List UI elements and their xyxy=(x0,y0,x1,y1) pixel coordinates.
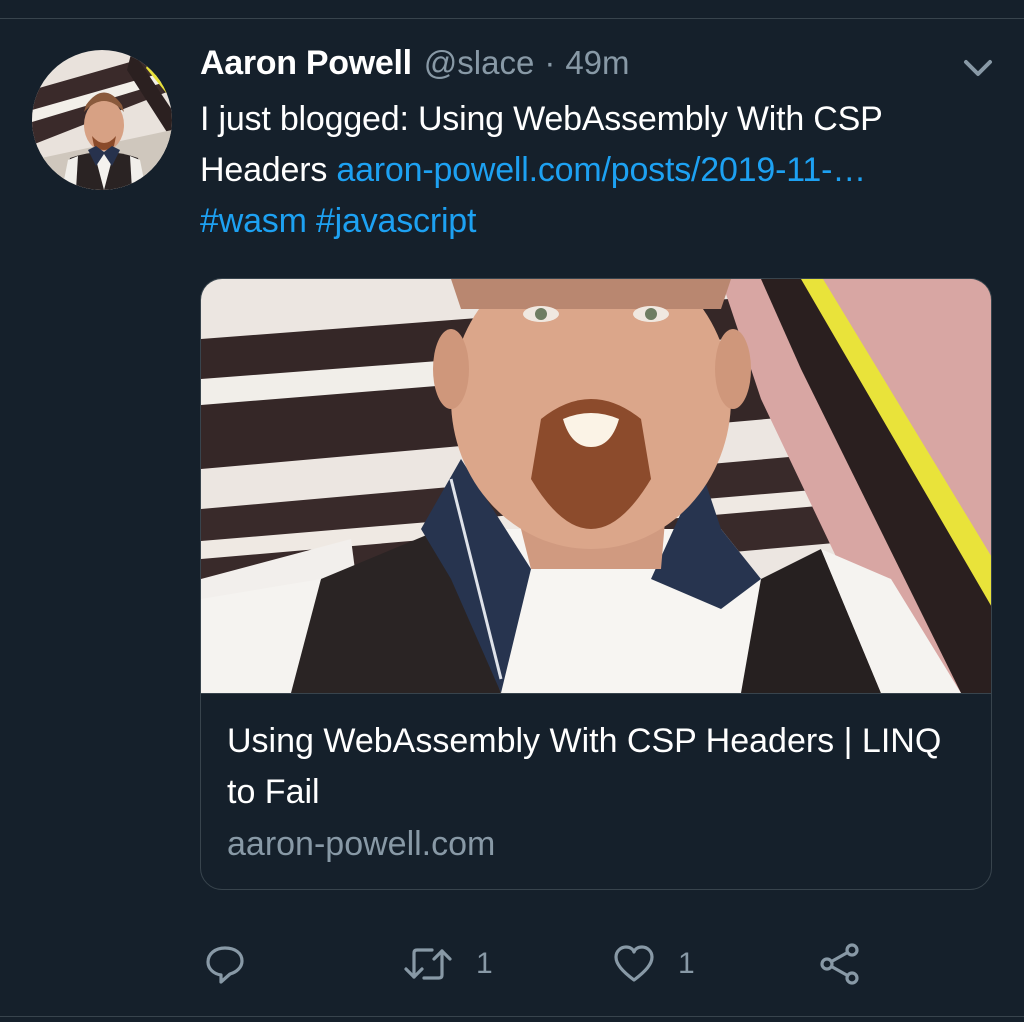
hashtag-javascript[interactable]: #javascript xyxy=(316,202,477,240)
retweet-button[interactable]: 1 xyxy=(402,940,493,988)
tweet-text: I just blogged: Using WebAssembly With C… xyxy=(200,94,1000,247)
like-count: 1 xyxy=(678,947,695,980)
retweet-icon xyxy=(402,943,454,985)
heart-icon xyxy=(612,943,656,985)
bottom-divider xyxy=(0,1016,1024,1017)
tweet-menu-chevron-down-icon[interactable] xyxy=(958,54,998,84)
tweet-header: Aaron Powell @slace · 49m xyxy=(200,44,630,88)
tweet-link[interactable]: aaron-powell.com/posts/2019-11-… xyxy=(336,151,866,189)
card-title: Using WebAssembly With CSP Headers | LIN… xyxy=(227,722,942,811)
reply-icon xyxy=(204,943,246,985)
link-preview-card[interactable]: Using WebAssembly With CSP Headers | LIN… xyxy=(200,278,992,890)
card-body: Using WebAssembly With CSP Headers | LIN… xyxy=(201,693,991,889)
retweet-count: 1 xyxy=(476,947,493,980)
tweet-timestamp[interactable]: 49m xyxy=(565,44,629,82)
share-button[interactable] xyxy=(818,940,862,988)
top-divider xyxy=(0,18,1024,19)
author-handle[interactable]: @slace xyxy=(424,44,535,82)
reply-button[interactable] xyxy=(204,940,246,988)
author-name[interactable]: Aaron Powell xyxy=(200,44,412,83)
card-domain: aaron-powell.com xyxy=(227,825,496,863)
like-button[interactable]: 1 xyxy=(612,940,695,988)
share-icon xyxy=(818,942,862,986)
author-avatar[interactable] xyxy=(32,50,172,190)
header-separator: · xyxy=(544,44,556,81)
hashtag-wasm[interactable]: #wasm xyxy=(200,202,307,240)
card-preview-image xyxy=(201,279,991,693)
